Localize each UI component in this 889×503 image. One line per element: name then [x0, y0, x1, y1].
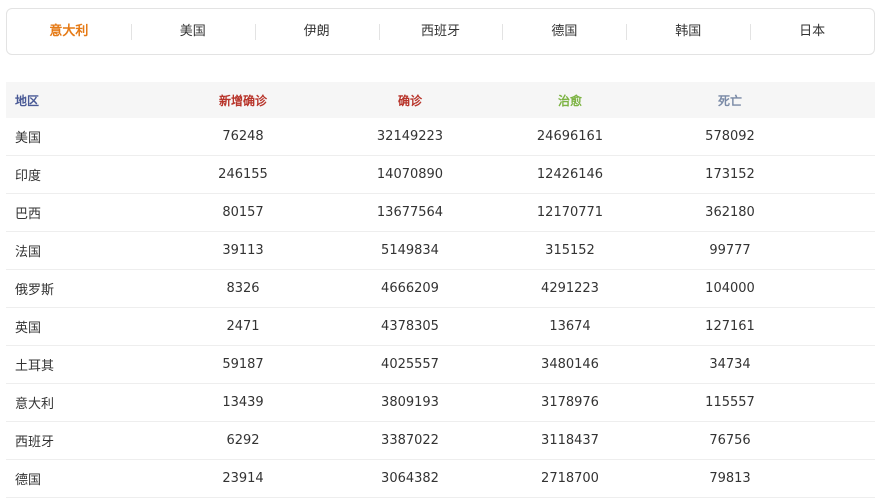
cell-confirmed: 4378305	[381, 319, 439, 334]
cell-confirmed: 5149834	[381, 243, 439, 258]
cell-new-cases: 80157	[222, 205, 264, 220]
table-row: 意大利 13439 3809193 3178976 115557	[6, 384, 875, 422]
cell-region: 西班牙	[15, 435, 55, 450]
cell-deaths: 127161	[705, 319, 755, 334]
tab-iran[interactable]: 伊朗	[254, 23, 379, 41]
table-row: 美国 76248 32149223 24696161 578092	[6, 118, 875, 156]
cell-region: 土耳其	[15, 359, 55, 374]
cell-confirmed: 13677564	[376, 205, 444, 220]
cell-deaths: 115557	[705, 395, 755, 410]
tab-spain[interactable]: 西班牙	[378, 23, 503, 41]
cell-new-cases: 59187	[222, 357, 264, 372]
tab-germany[interactable]: 德国	[502, 23, 626, 41]
cell-region: 意大利	[15, 397, 55, 412]
header-new-cases: 新增确诊	[218, 93, 267, 108]
cell-new-cases: 2471	[226, 319, 260, 334]
cell-confirmed: 32149223	[376, 129, 444, 144]
table-row: 土耳其 59187 4025557 3480146 34734	[6, 346, 875, 384]
cell-new-cases: 13439	[222, 395, 264, 410]
cell-deaths: 104000	[705, 281, 755, 296]
cell-recovered: 12170771	[536, 205, 604, 220]
cell-region: 法国	[15, 245, 42, 260]
cell-region: 英国	[15, 321, 42, 336]
cell-region: 德国	[15, 473, 42, 488]
header-region: 地区	[15, 93, 40, 108]
cell-confirmed: 3387022	[381, 433, 439, 448]
header-recovered: 治愈	[557, 93, 582, 108]
cell-recovered: 4291223	[541, 281, 599, 296]
cell-recovered: 12426146	[536, 167, 604, 182]
table-header: 地区 新增确诊 确诊 治愈 死亡	[6, 82, 875, 118]
table-row: 印度 246155 14070890 12426146 173152	[6, 156, 875, 194]
table-row: 西班牙 6292 3387022 3118437 76756	[6, 422, 875, 460]
table-row: 德国 23914 3064382 2718700 79813	[6, 460, 875, 498]
cell-confirmed: 3809193	[381, 395, 439, 410]
cell-deaths: 362180	[705, 205, 755, 220]
cell-recovered: 3178976	[541, 395, 599, 410]
stats-table: 地区 新增确诊 确诊 治愈 死亡 美国 76248 32149223 24696161…	[6, 82, 875, 498]
cell-deaths: 99777	[709, 243, 751, 258]
cell-confirmed: 4025557	[381, 357, 439, 372]
cell-recovered: 315152	[545, 243, 595, 258]
cell-deaths: 34734	[709, 357, 751, 372]
country-tab-bar: 意大利 美国 伊朗 西班牙 德国 韩国 日本	[6, 8, 875, 55]
table-body: 美国 76248 32149223 24696161 578092 印度 246155 140…	[6, 118, 875, 498]
cell-confirmed: 4666209	[381, 281, 439, 296]
cell-deaths: 76756	[709, 433, 751, 448]
cell-new-cases: 23914	[222, 471, 264, 486]
cell-new-cases: 8326	[226, 281, 260, 296]
tab-italy[interactable]: 意大利	[7, 23, 131, 41]
cell-region: 美国	[15, 131, 42, 146]
cell-region: 巴西	[15, 207, 42, 222]
cell-recovered: 2718700	[541, 471, 599, 486]
cell-new-cases: 246155	[218, 167, 268, 182]
header-confirmed: 确诊	[397, 93, 422, 108]
cell-recovered: 3480146	[541, 357, 599, 372]
tab-japan[interactable]: 日本	[750, 23, 874, 41]
table-row: 俄罗斯 8326 4666209 4291223 104000	[6, 270, 875, 308]
cell-confirmed: 3064382	[381, 471, 439, 486]
cell-region: 印度	[15, 169, 42, 184]
cell-confirmed: 14070890	[376, 167, 444, 182]
cell-deaths: 578092	[705, 129, 755, 144]
table-row: 英国 2471 4378305 13674 127161	[6, 308, 875, 346]
table-row: 法国 39113 5149834 315152 99777	[6, 232, 875, 270]
cell-new-cases: 39113	[222, 243, 264, 258]
header-deaths: 死亡	[717, 93, 742, 108]
table-row: 巴西 80157 13677564 12170771 362180	[6, 194, 875, 232]
tab-korea[interactable]: 韩国	[626, 23, 750, 41]
cell-deaths: 173152	[705, 167, 755, 182]
tab-usa[interactable]: 美国	[130, 23, 255, 41]
cell-region: 俄罗斯	[15, 283, 55, 298]
cell-recovered: 3118437	[541, 433, 599, 448]
cell-recovered: 13674	[549, 319, 591, 334]
cell-deaths: 79813	[709, 471, 751, 486]
cell-new-cases: 6292	[226, 433, 260, 448]
cell-new-cases: 76248	[222, 129, 264, 144]
cell-recovered: 24696161	[536, 129, 604, 144]
